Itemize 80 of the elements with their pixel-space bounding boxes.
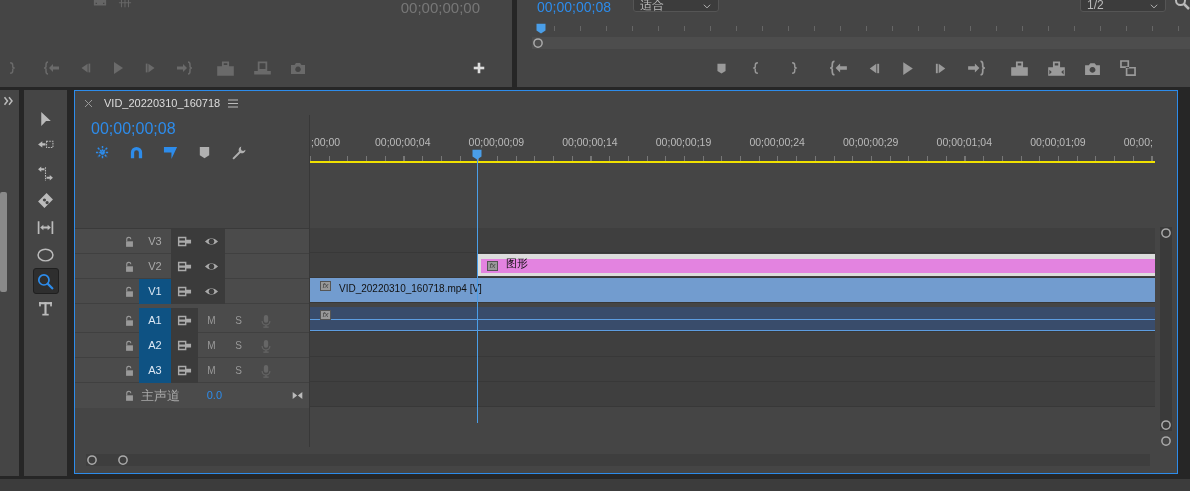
scroll-handle-icon — [1160, 435, 1172, 447]
fx-badge: fx — [320, 310, 331, 320]
ruler-label: 00;00;00;24 — [749, 135, 806, 147]
playhead-icon — [535, 23, 547, 35]
ruler-label: 00;00;00;29 — [842, 135, 900, 147]
caret-icon — [701, 1, 712, 11]
nest-sequence-icon[interactable] — [95, 145, 110, 160]
caret-icon — [1149, 1, 1159, 11]
sync-lock-icon — [177, 313, 192, 328]
graphic-clip[interactable]: fx 图形 — [478, 254, 1155, 276]
master-volume[interactable]: 0.0 — [206, 387, 222, 404]
expand-panels-icon — [3, 95, 15, 107]
scroll-handle-icon — [1160, 419, 1172, 432]
go-to-out-button[interactable] — [967, 59, 985, 77]
sync-lock-icon — [177, 284, 192, 299]
scroll-handle-icon — [1160, 226, 1172, 239]
ruler-label: 00;00;00;09 — [468, 135, 526, 147]
ruler-label: ;00;00 — [311, 135, 342, 147]
lock-icon — [123, 339, 135, 352]
track-target[interactable]: A1 — [139, 308, 171, 333]
program-timecode: 00;00;00;08 — [537, 0, 611, 14]
track-target[interactable]: A3 — [139, 358, 171, 383]
go-to-out-button[interactable] — [176, 60, 192, 76]
ruler-label: 00;00;00;14 — [562, 135, 619, 147]
snap-icon[interactable] — [129, 145, 144, 160]
settings-icon[interactable] — [231, 145, 246, 160]
solo-button[interactable]: S — [235, 313, 242, 328]
sync-lock-icon — [177, 234, 192, 249]
ruler-label: 00;00;00;04 — [375, 135, 432, 147]
sync-lock-icon — [177, 363, 192, 378]
scroll-handle-icon — [117, 454, 129, 466]
mute-button[interactable]: M — [207, 363, 216, 378]
track-target[interactable]: V3 — [139, 229, 171, 254]
master-track-label: 主声道 — [141, 386, 180, 405]
close-icon[interactable] — [85, 99, 92, 107]
fx-badge: fx — [487, 261, 498, 271]
linked-selection-icon[interactable] — [163, 145, 178, 160]
track-target[interactable]: V1 — [139, 279, 171, 304]
ruler-label: 00;00;00;19 — [655, 135, 713, 147]
bowtie-icon — [292, 390, 303, 401]
lift-button[interactable] — [1010, 58, 1029, 78]
go-to-in-button[interactable] — [830, 59, 848, 77]
add-marker-icon[interactable] — [197, 145, 212, 160]
sync-lock-icon — [177, 338, 192, 353]
solo-button[interactable]: S — [235, 363, 242, 378]
sequence-tab[interactable]: VID_20220310_160718 — [104, 94, 221, 112]
sync-lock-icon — [177, 259, 192, 274]
sequence-timecode: 00;00;00;08 — [91, 121, 177, 137]
insert-button[interactable] — [216, 58, 235, 78]
ruler-label: 00;00;01;09 — [1030, 135, 1087, 147]
lock-icon — [123, 285, 135, 298]
add-button[interactable] — [472, 61, 486, 75]
scrub-handle-icon — [532, 37, 544, 49]
add-marker-button[interactable] — [715, 61, 728, 75]
lock-icon — [123, 314, 135, 327]
lock-icon — [123, 260, 135, 273]
lock-icon — [123, 389, 135, 402]
solo-button[interactable]: S — [235, 338, 242, 353]
mute-button[interactable]: M — [207, 313, 216, 328]
horizontal-scrollbar[interactable] — [86, 454, 1150, 466]
clip-label: 图形 — [506, 255, 528, 271]
scroll-handle-icon — [86, 454, 98, 466]
ruler-label: 00;00; — [1123, 135, 1154, 147]
lock-icon — [123, 235, 135, 248]
lock-icon — [123, 364, 135, 377]
export-frame-button[interactable] — [290, 60, 306, 76]
fx-badge: fx — [320, 281, 331, 291]
quality-dropdown[interactable]: 1/2 — [1080, 0, 1166, 12]
audio-clip[interactable]: fx — [310, 307, 1155, 331]
zoom-tool-icon[interactable] — [32, 268, 59, 294]
track-target[interactable]: A2 — [139, 333, 171, 358]
menu-icon[interactable] — [228, 98, 239, 108]
scroll-thumb[interactable] — [0, 192, 7, 292]
extract-button[interactable] — [1047, 58, 1066, 78]
track-target[interactable]: V2 — [139, 254, 171, 279]
vertical-scrollbar[interactable] — [1160, 226, 1172, 432]
go-to-in-button[interactable] — [44, 60, 60, 76]
compare-button[interactable] — [1119, 59, 1137, 77]
ruler-label: 00;00;01;04 — [936, 135, 994, 147]
mute-button[interactable]: M — [207, 338, 216, 353]
